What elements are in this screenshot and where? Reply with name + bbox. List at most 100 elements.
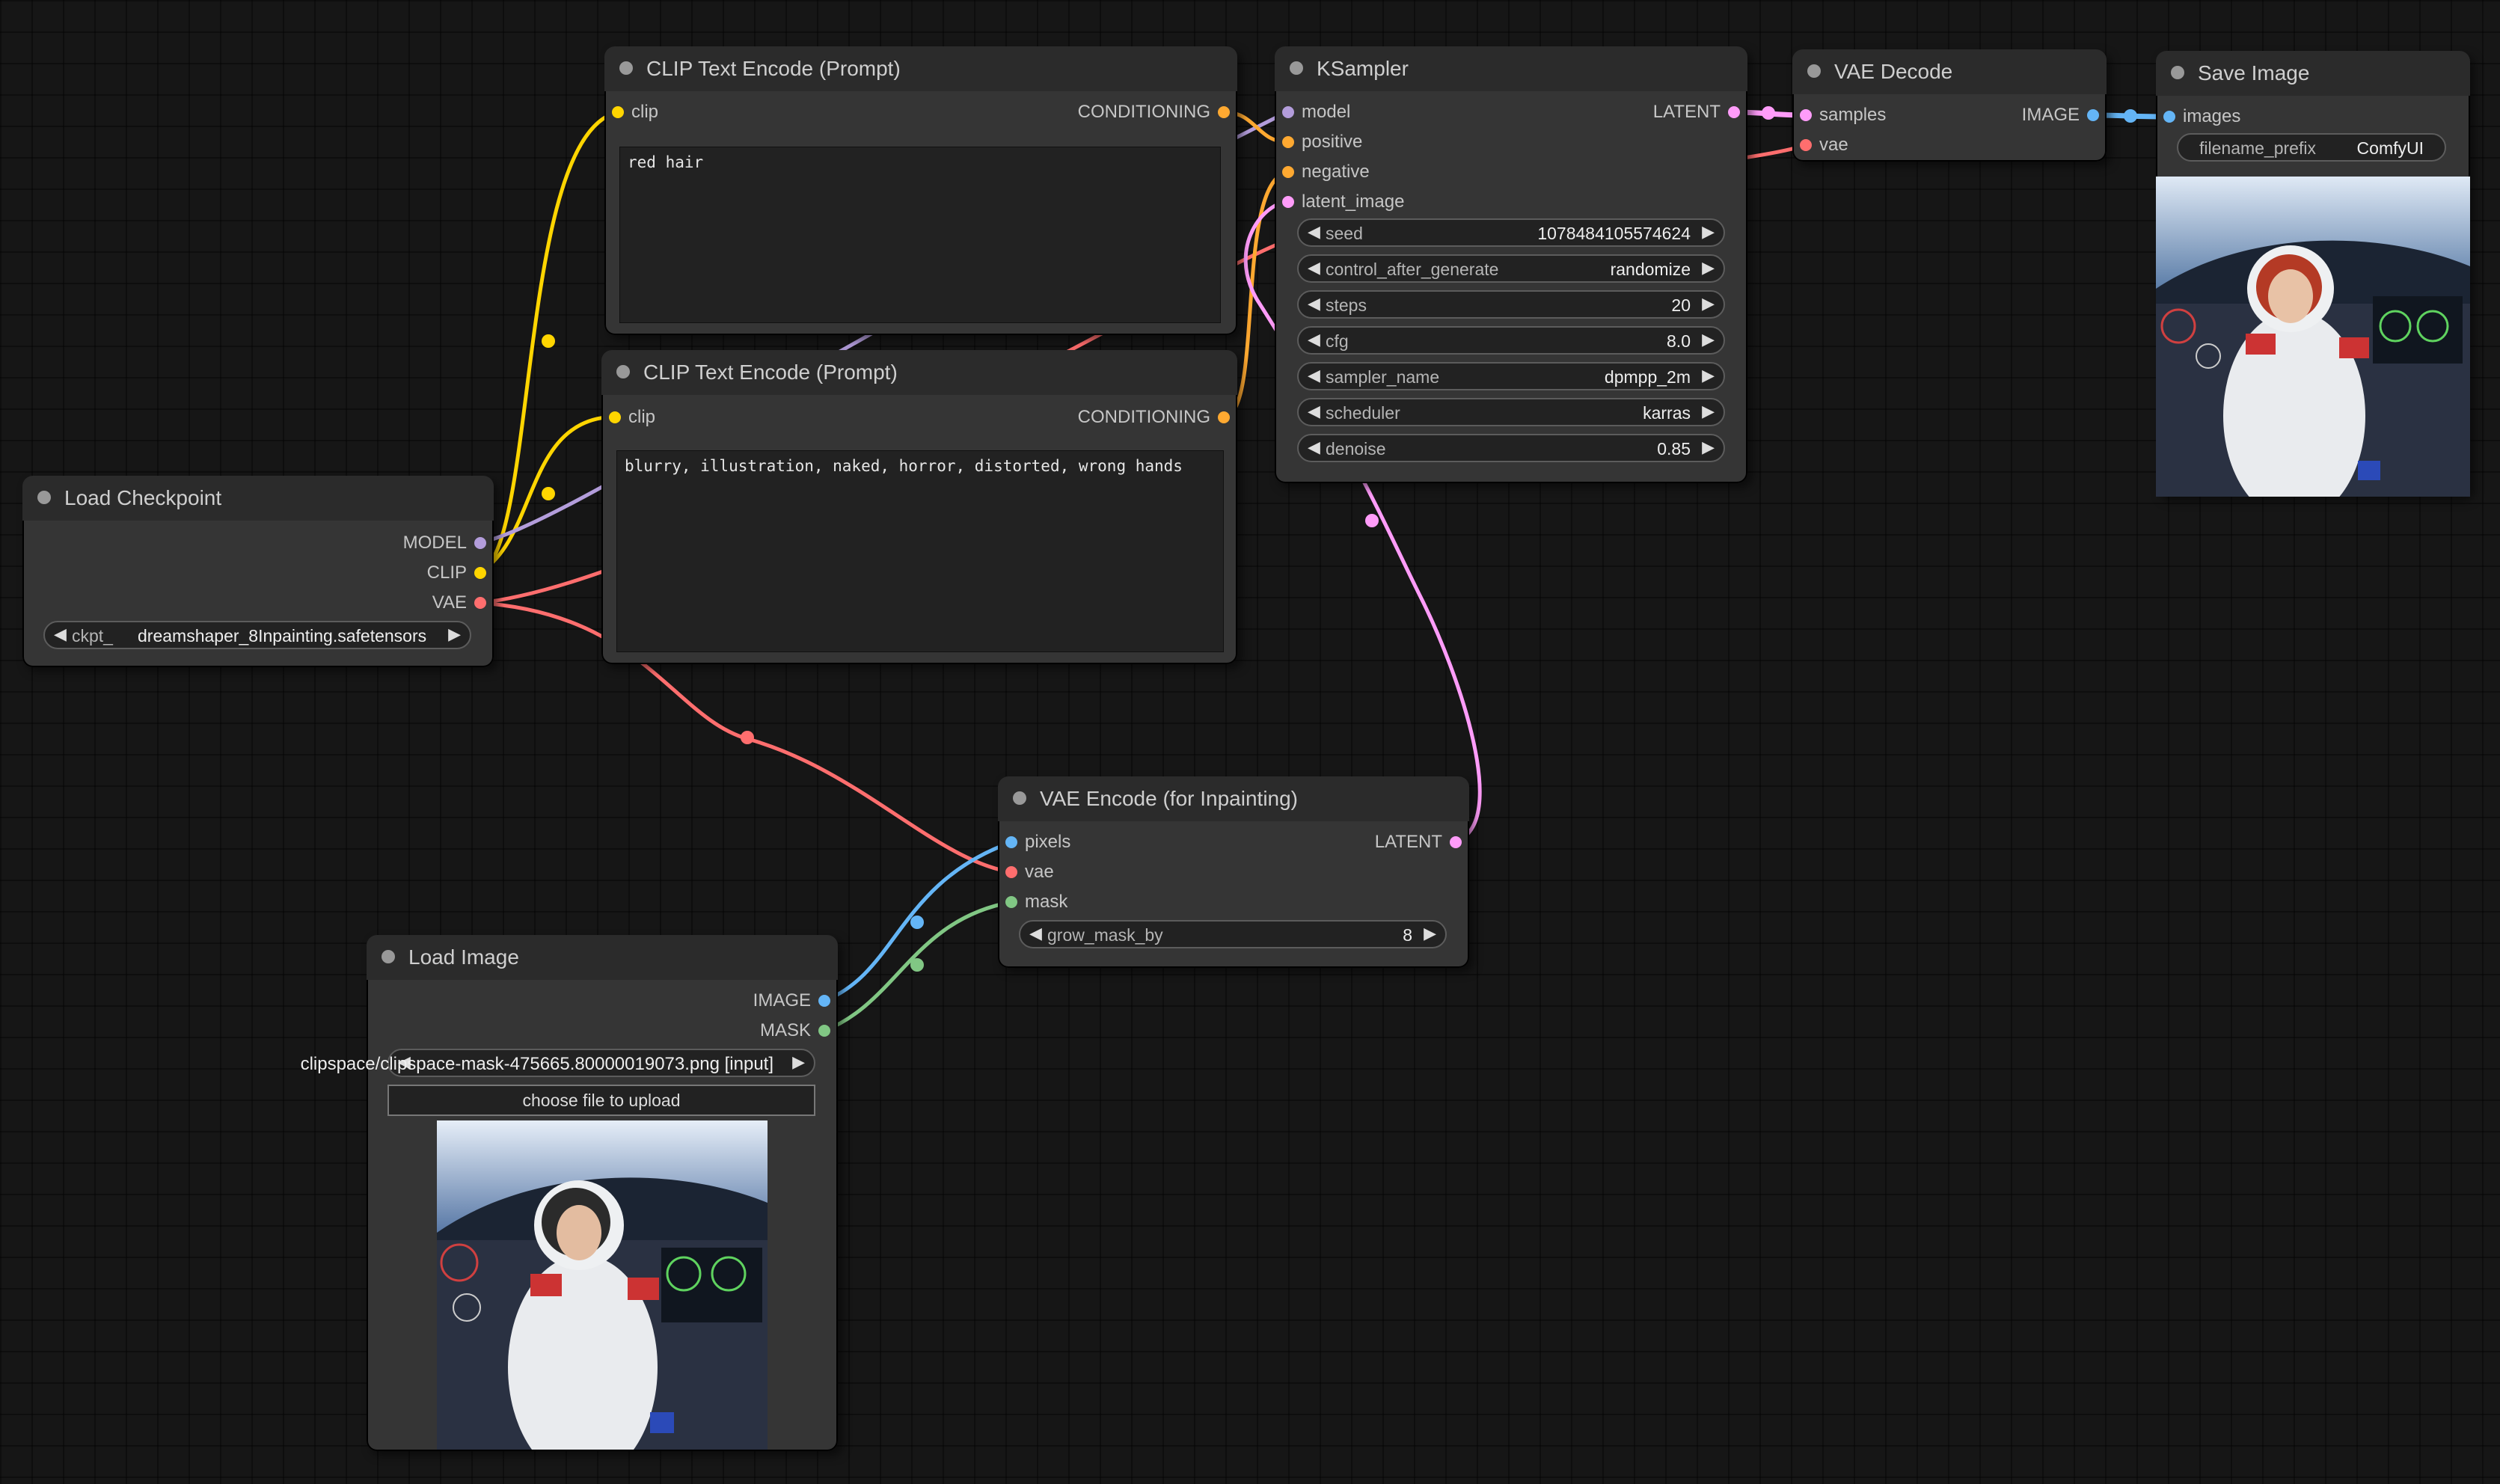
increment-arrow-icon[interactable]: ▶ (1702, 222, 1715, 242)
node-title-bar[interactable]: CLIP Text Encode (Prompt) (604, 46, 1237, 91)
increment-arrow-icon[interactable]: ▶ (792, 1052, 805, 1072)
increment-arrow-icon[interactable]: ▶ (1702, 330, 1715, 349)
decrement-arrow-icon[interactable]: ◀ (1308, 258, 1320, 278)
output-image[interactable]: IMAGE (1979, 103, 2099, 129)
collapse-dot-icon[interactable] (382, 950, 395, 963)
decrement-arrow-icon[interactable]: ◀ (1308, 222, 1320, 242)
output-label: IMAGE (753, 990, 811, 1011)
widget-name: steps (1326, 295, 1367, 315)
model-socket-icon[interactable] (1282, 106, 1294, 118)
vae-socket-icon[interactable] (1800, 139, 1812, 151)
collapse-dot-icon[interactable] (2171, 66, 2184, 79)
widget-image-select[interactable]: ◀ clipspace/clipspace-mask-475665.800000… (301, 1049, 815, 1077)
increment-arrow-icon[interactable]: ▶ (1702, 438, 1715, 457)
input-label: negative (1302, 162, 1370, 182)
prompt-textarea[interactable]: red hair (619, 147, 1221, 323)
widget-scheduler[interactable]: ◀ scheduler karras ▶ (1297, 398, 1725, 426)
widget-filename-prefix[interactable]: filename_prefix ComfyUI (2177, 133, 2446, 162)
widget-value: 8 (1403, 925, 1412, 945)
output-model[interactable]: MODEL (382, 531, 486, 556)
mask-socket-icon[interactable] (1005, 896, 1017, 908)
output-latent[interactable]: LATENT (1620, 100, 1740, 126)
collapse-dot-icon[interactable] (616, 365, 630, 378)
node-clip-text-encode-positive[interactable]: CLIP Text Encode (Prompt) clip CONDITION… (604, 46, 1237, 335)
increment-arrow-icon[interactable]: ▶ (1702, 366, 1715, 385)
node-title-bar[interactable]: Load Checkpoint (22, 476, 494, 521)
node-title-bar[interactable]: VAE Encode (for Inpainting) (998, 776, 1469, 821)
widget-name: seed (1326, 224, 1363, 243)
widget-control-after-generate[interactable]: ◀ control_after_generate randomize ▶ (1297, 254, 1725, 283)
increment-arrow-icon[interactable]: ▶ (1702, 402, 1715, 421)
output-conditioning[interactable]: CONDITIONING (1065, 100, 1230, 126)
decrement-arrow-icon[interactable]: ◀ (1029, 924, 1042, 943)
widget-sampler-name[interactable]: ◀ sampler_name dpmpp_2m ▶ (1297, 362, 1725, 390)
output-image[interactable]: IMAGE (711, 989, 830, 1014)
node-title-bar[interactable]: KSampler (1275, 46, 1747, 91)
output-clip[interactable]: CLIP (382, 561, 486, 586)
latent-socket-icon[interactable] (1282, 196, 1294, 208)
node-title-bar[interactable]: CLIP Text Encode (Prompt) (601, 350, 1237, 395)
decrement-arrow-icon[interactable]: ◀ (1308, 402, 1320, 421)
widget-grow-mask-by[interactable]: ◀ grow_mask_by 8 ▶ (1019, 920, 1447, 948)
conditioning-socket-icon[interactable] (1218, 411, 1230, 423)
widget-cfg[interactable]: ◀ cfg 8.0 ▶ (1297, 326, 1725, 355)
choose-file-button[interactable]: choose file to upload (387, 1085, 815, 1116)
clip-socket-icon[interactable] (612, 106, 624, 118)
node-load-checkpoint[interactable]: Load Checkpoint MODEL CLIP VAE ◀ ckpt_ d… (22, 476, 494, 667)
decrement-arrow-icon[interactable]: ◀ (54, 625, 67, 644)
decrement-arrow-icon[interactable]: ◀ (1308, 330, 1320, 349)
node-title-bar[interactable]: Save Image (2156, 51, 2470, 96)
collapse-dot-icon[interactable] (37, 491, 51, 504)
widget-seed[interactable]: ◀ seed 1078484105574624 ▶ (1297, 218, 1725, 247)
widget-name: ckpt_ (72, 626, 113, 646)
prompt-textarea[interactable]: blurry, illustration, naked, horror, dis… (616, 450, 1224, 652)
node-vae-decode[interactable]: VAE Decode samples vae IMAGE (1792, 49, 2107, 162)
node-clip-text-encode-negative[interactable]: CLIP Text Encode (Prompt) clip CONDITION… (601, 350, 1237, 664)
image-socket-icon[interactable] (2163, 111, 2175, 123)
increment-arrow-icon[interactable]: ▶ (1702, 258, 1715, 278)
node-save-image[interactable]: Save Image images filename_prefix ComfyU… (2156, 51, 2470, 497)
conditioning-socket-icon[interactable] (1282, 136, 1294, 148)
collapse-dot-icon[interactable] (1013, 791, 1026, 805)
collapse-dot-icon[interactable] (619, 61, 633, 75)
node-title-bar[interactable]: Load Image (367, 935, 838, 980)
widget-ckpt-name[interactable]: ◀ ckpt_ dreamshaper_8Inpainting.safetens… (43, 621, 471, 649)
model-socket-icon[interactable] (474, 537, 486, 549)
vae-socket-icon[interactable] (474, 597, 486, 609)
decrement-arrow-icon[interactable]: ◀ (1308, 366, 1320, 385)
collapse-dot-icon[interactable] (1807, 64, 1821, 78)
widget-name: control_after_generate (1326, 260, 1499, 279)
collapse-dot-icon[interactable] (1290, 61, 1303, 75)
node-title-bar[interactable]: VAE Decode (1792, 49, 2107, 94)
node-title: KSampler (1317, 57, 1409, 80)
decrement-arrow-icon[interactable]: ◀ (1308, 294, 1320, 313)
graph-canvas[interactable]: CLIP Text Encode (Prompt) clip CONDITION… (0, 0, 2500, 1484)
clip-socket-icon[interactable] (474, 567, 486, 579)
increment-arrow-icon[interactable]: ▶ (1424, 924, 1436, 943)
image-socket-icon[interactable] (2087, 109, 2099, 121)
conditioning-socket-icon[interactable] (1282, 166, 1294, 178)
latent-socket-icon[interactable] (1800, 109, 1812, 121)
decrement-arrow-icon[interactable]: ◀ (1308, 438, 1320, 457)
output-mask[interactable]: MASK (711, 1019, 830, 1044)
image-socket-icon[interactable] (1005, 836, 1017, 848)
latent-socket-icon[interactable] (1728, 106, 1740, 118)
output-latent[interactable]: LATENT (1342, 830, 1462, 856)
link-clip-to-encode2 (477, 414, 616, 575)
output-conditioning[interactable]: CONDITIONING (1065, 405, 1230, 431)
output-vae[interactable]: VAE (382, 591, 486, 616)
widget-denoise[interactable]: ◀ denoise 0.85 ▶ (1297, 434, 1725, 462)
latent-socket-icon[interactable] (1450, 836, 1462, 848)
node-load-image[interactable]: Load Image IMAGE MASK ◀ clipspace/clipsp… (301, 935, 838, 1451)
image-socket-icon[interactable] (818, 995, 830, 1007)
node-vae-encode-inpainting[interactable]: VAE Encode (for Inpainting) pixels vae m… (998, 776, 1469, 968)
vae-socket-icon[interactable] (1005, 866, 1017, 878)
clip-socket-icon[interactable] (609, 411, 621, 423)
input-label: samples (1819, 105, 1887, 125)
node-ksampler[interactable]: KSampler model positive negative latent_… (1275, 46, 1747, 483)
conditioning-socket-icon[interactable] (1218, 106, 1230, 118)
increment-arrow-icon[interactable]: ▶ (1702, 294, 1715, 313)
widget-steps[interactable]: ◀ steps 20 ▶ (1297, 290, 1725, 319)
increment-arrow-icon[interactable]: ▶ (448, 625, 461, 644)
mask-socket-icon[interactable] (818, 1025, 830, 1037)
